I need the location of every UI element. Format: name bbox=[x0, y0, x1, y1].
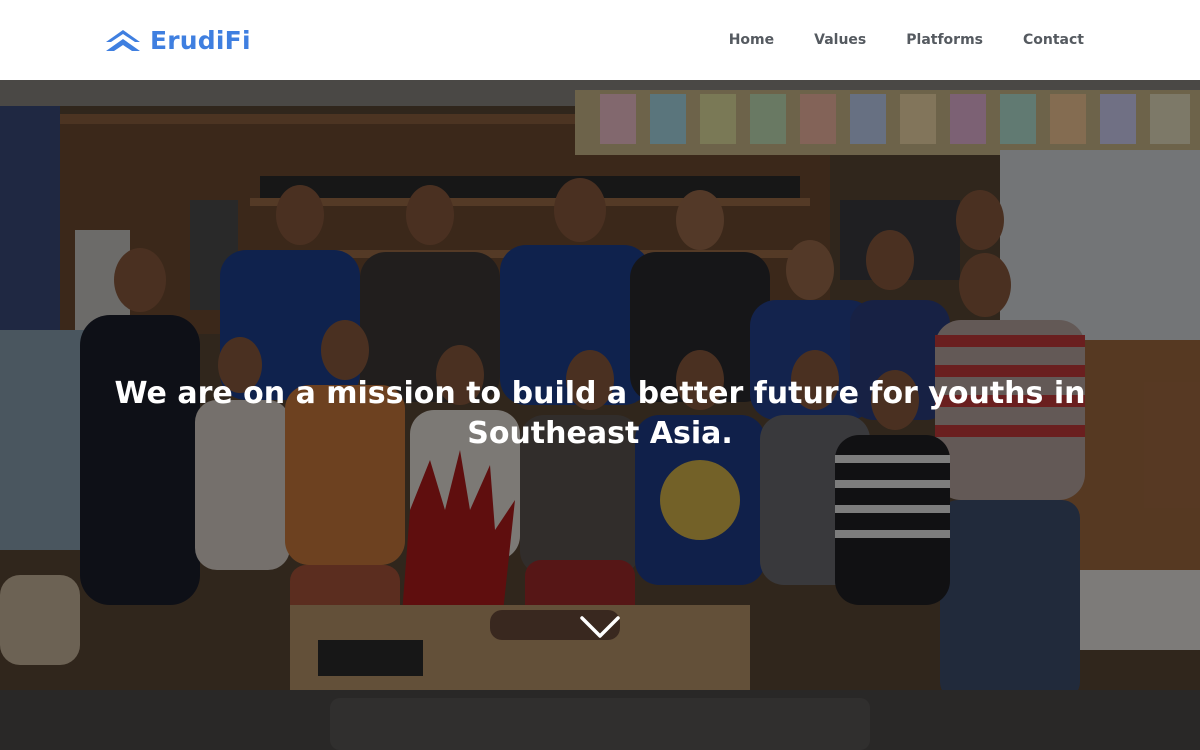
site-header: ErudiFi Home Values Platforms Contact bbox=[0, 0, 1200, 80]
brand-name: ErudiFi bbox=[150, 25, 251, 55]
nav-platforms[interactable]: Platforms bbox=[906, 28, 983, 52]
nav-home[interactable]: Home bbox=[729, 28, 774, 52]
hero-section: We are on a mission to build a better fu… bbox=[0, 80, 1200, 750]
brand-logo-link[interactable]: ErudiFi bbox=[104, 24, 251, 56]
nav-contact[interactable]: Contact bbox=[1023, 28, 1084, 52]
chevron-down-icon bbox=[580, 616, 620, 638]
logo-icon bbox=[106, 30, 140, 51]
hero-headline: We are on a mission to build a better fu… bbox=[114, 376, 1086, 451]
nav-values[interactable]: Values bbox=[814, 28, 866, 52]
scroll-down-button[interactable] bbox=[576, 610, 624, 646]
main-nav: Home Values Platforms Contact bbox=[729, 28, 1084, 52]
